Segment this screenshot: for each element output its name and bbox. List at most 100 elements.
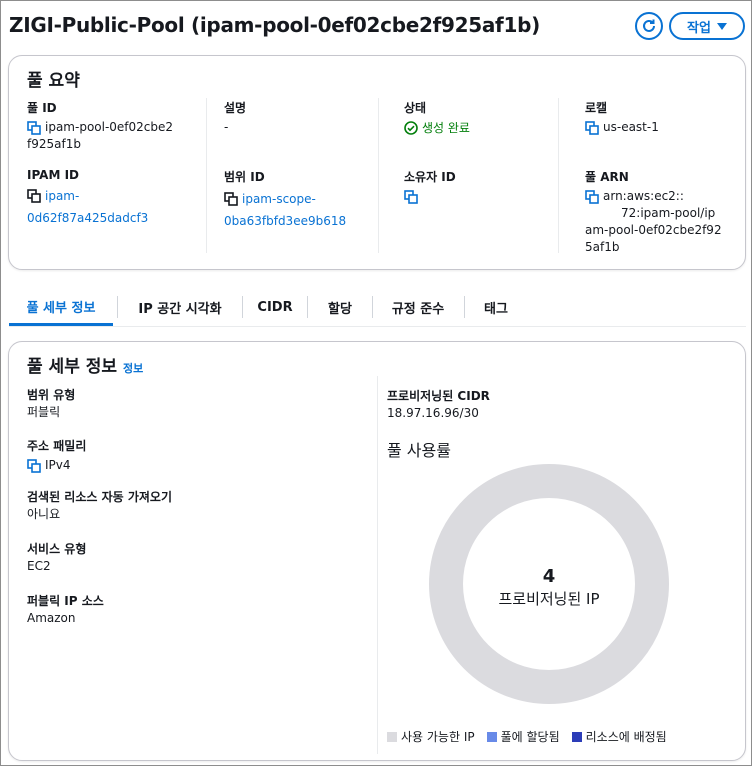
copy-icon[interactable]: [224, 191, 238, 206]
tab-separator: [372, 296, 373, 318]
ipam-id-link-line2[interactable]: 0d62f87a425dadcf3: [27, 211, 148, 225]
tab-separator: [464, 296, 465, 318]
address-family-label: 주소 패밀리: [27, 439, 87, 453]
usage-center-label: 프로비저닝된 IP: [498, 590, 599, 608]
owner-id-field: 소유자 ID: [404, 168, 456, 205]
tab-tags[interactable]: 태그: [468, 289, 524, 325]
service-type-label: 서비스 유형: [27, 542, 87, 556]
details-title-text: 풀 세부 정보: [27, 357, 118, 377]
tab-compliance[interactable]: 규정 준수: [376, 289, 460, 325]
scope-id-label: 범위 ID: [224, 170, 265, 184]
pool-arn-line4: 5af1b: [585, 240, 620, 254]
ipam-id-field: IPAM ID ipam- 0d62f87a425dadcf3: [27, 168, 148, 229]
legend-label: 풀에 할당됨: [500, 730, 560, 744]
ipam-id-label: IPAM ID: [27, 168, 79, 182]
copy-icon[interactable]: [27, 188, 41, 203]
pool-arn-label: 풀 ARN: [585, 170, 629, 184]
auto-import-label: 검색된 리소스 자동 가져오기: [27, 490, 173, 504]
summary-title: 풀 요약: [27, 71, 80, 91]
locale-value: us-east-1: [585, 119, 659, 136]
provisioned-cidr-field: 프로비저닝된 CIDR 18.97.16.96/30: [387, 387, 490, 422]
ipam-id-link-line1[interactable]: ipam-: [45, 189, 79, 203]
public-ip-source-label: 퍼블릭 IP 소스: [27, 594, 104, 608]
owner-id-label: 소유자 ID: [404, 170, 456, 184]
description-label: 설명: [224, 101, 247, 115]
status-value: 생성 완료: [404, 119, 470, 136]
copy-icon[interactable]: [27, 458, 41, 473]
status-field: 상태 생성 완료: [404, 99, 470, 136]
actions-label: 작업: [687, 20, 711, 36]
legend-label: 사용 가능한 IP: [401, 730, 475, 744]
public-ip-source-value: Amazon: [27, 611, 76, 625]
divider: [206, 98, 207, 253]
legend-label: 리소스에 배정됨: [585, 730, 667, 744]
tab-allocations[interactable]: 할당: [311, 289, 369, 325]
service-type-field: 서비스 유형 EC2: [27, 540, 86, 575]
divider: [378, 98, 379, 253]
tab-separator: [307, 296, 308, 318]
legend-item-assigned-to-resource[interactable]: 리소스에 배정됨: [571, 728, 667, 745]
tab-bar: 풀 세부 정보 IP 공간 시각화 CIDR 할당 규정 준수 태그: [9, 289, 746, 327]
usage-legend: 사용 가능한 IP 풀에 할당됨 리소스에 배정됨: [387, 728, 667, 745]
service-type-value: EC2: [27, 559, 51, 573]
scope-id-link-line2[interactable]: 0ba63fbfd3ee9b618: [224, 214, 346, 228]
auto-import-field: 검색된 리소스 자동 가져오기 아니요: [27, 488, 172, 523]
locale-label: 로캘: [585, 101, 608, 115]
description-field: 설명 -: [224, 99, 246, 136]
pool-id-value: ipam-pool-0ef02cbe2 f925af1b: [27, 119, 173, 153]
scope-id-value[interactable]: ipam-scope- 0ba63fbfd3ee9b618: [224, 188, 346, 232]
divider: [377, 376, 378, 754]
description-value: -: [224, 120, 229, 134]
address-family-text: IPv4: [45, 458, 71, 472]
pool-summary-card: 풀 요약 풀 ID ipam-pool-0ef02cbe2 f925af1b 설…: [8, 55, 746, 270]
page-header: ZIGI-Public-Pool (ipam-pool-0ef02cbe2f92…: [1, 1, 751, 51]
address-family-field: 주소 패밀리 IPv4: [27, 437, 86, 474]
copy-icon[interactable]: [404, 189, 418, 204]
pool-id-field: 풀 ID ipam-pool-0ef02cbe2 f925af1b: [27, 99, 173, 153]
scope-type-label: 범위 유형: [27, 388, 76, 402]
pool-id-line1: ipam-pool-0ef02cbe2: [45, 120, 174, 134]
pool-arn-line2: 72:ipam-pool/ip: [621, 206, 716, 220]
scope-type-value: 퍼블릭: [27, 405, 61, 419]
legend-item-allocated-to-pool[interactable]: 풀에 할당됨: [486, 728, 560, 745]
ipam-id-value[interactable]: ipam- 0d62f87a425dadcf3: [27, 185, 148, 229]
tab-pool-details[interactable]: 풀 세부 정보: [9, 289, 113, 326]
actions-dropdown-button[interactable]: 작업: [669, 12, 745, 40]
pool-arn-field: 풀 ARN arn:aws:ec2:: 72:ipam-pool/ip am-p…: [585, 168, 722, 256]
pool-arn-line3: am-pool-0ef02cbe2f92: [585, 223, 722, 237]
info-link[interactable]: 정보: [123, 362, 143, 375]
locale-field: 로캘 us-east-1: [585, 99, 659, 136]
auto-import-value: 아니요: [27, 507, 61, 521]
page-title: ZIGI-Public-Pool (ipam-pool-0ef02cbe2f92…: [9, 13, 540, 37]
scope-type-field: 범위 유형 퍼블릭: [27, 386, 75, 421]
owner-id-value: [404, 188, 456, 205]
details-title: 풀 세부 정보 정보: [27, 352, 143, 377]
tab-ip-space-visualization[interactable]: IP 공간 시각화: [121, 289, 239, 325]
locale-text: us-east-1: [603, 120, 659, 134]
scope-id-field: 범위 ID ipam-scope- 0ba63fbfd3ee9b618: [224, 168, 346, 232]
provisioned-cidr-value: 18.97.16.96/30: [387, 406, 479, 420]
refresh-icon: [643, 19, 655, 32]
pool-usage-label: 풀 사용률: [387, 441, 451, 460]
pool-arn-value: arn:aws:ec2:: 72:ipam-pool/ip am-pool-0e…: [585, 188, 722, 256]
status-text: 생성 완료: [422, 121, 470, 135]
tab-separator: [117, 296, 118, 318]
pool-arn-line1: arn:aws:ec2::: [603, 189, 684, 203]
legend-swatch: [486, 731, 497, 742]
legend-swatch: [571, 731, 582, 742]
check-circle-icon: [404, 120, 418, 135]
public-ip-source-field: 퍼블릭 IP 소스 Amazon: [27, 592, 104, 627]
pool-id-line2: f925af1b: [27, 137, 81, 151]
usage-center-value: 4: [543, 566, 556, 587]
pool-usage-donut-chart: 4 프로비저닝된 IP: [429, 464, 669, 704]
tab-cidr[interactable]: CIDR: [246, 289, 304, 325]
pool-details-card: 풀 세부 정보 정보 범위 유형 퍼블릭 주소 패밀리 IPv4 검색된 리소스 …: [8, 341, 746, 761]
tab-separator: [242, 296, 243, 318]
refresh-button[interactable]: [635, 12, 663, 40]
copy-icon[interactable]: [585, 120, 599, 135]
legend-item-available[interactable]: 사용 가능한 IP: [387, 728, 475, 745]
scope-id-link-line1[interactable]: ipam-scope-: [242, 192, 316, 206]
copy-icon[interactable]: [585, 189, 599, 204]
copy-icon[interactable]: [27, 120, 41, 135]
legend-swatch: [387, 731, 397, 742]
